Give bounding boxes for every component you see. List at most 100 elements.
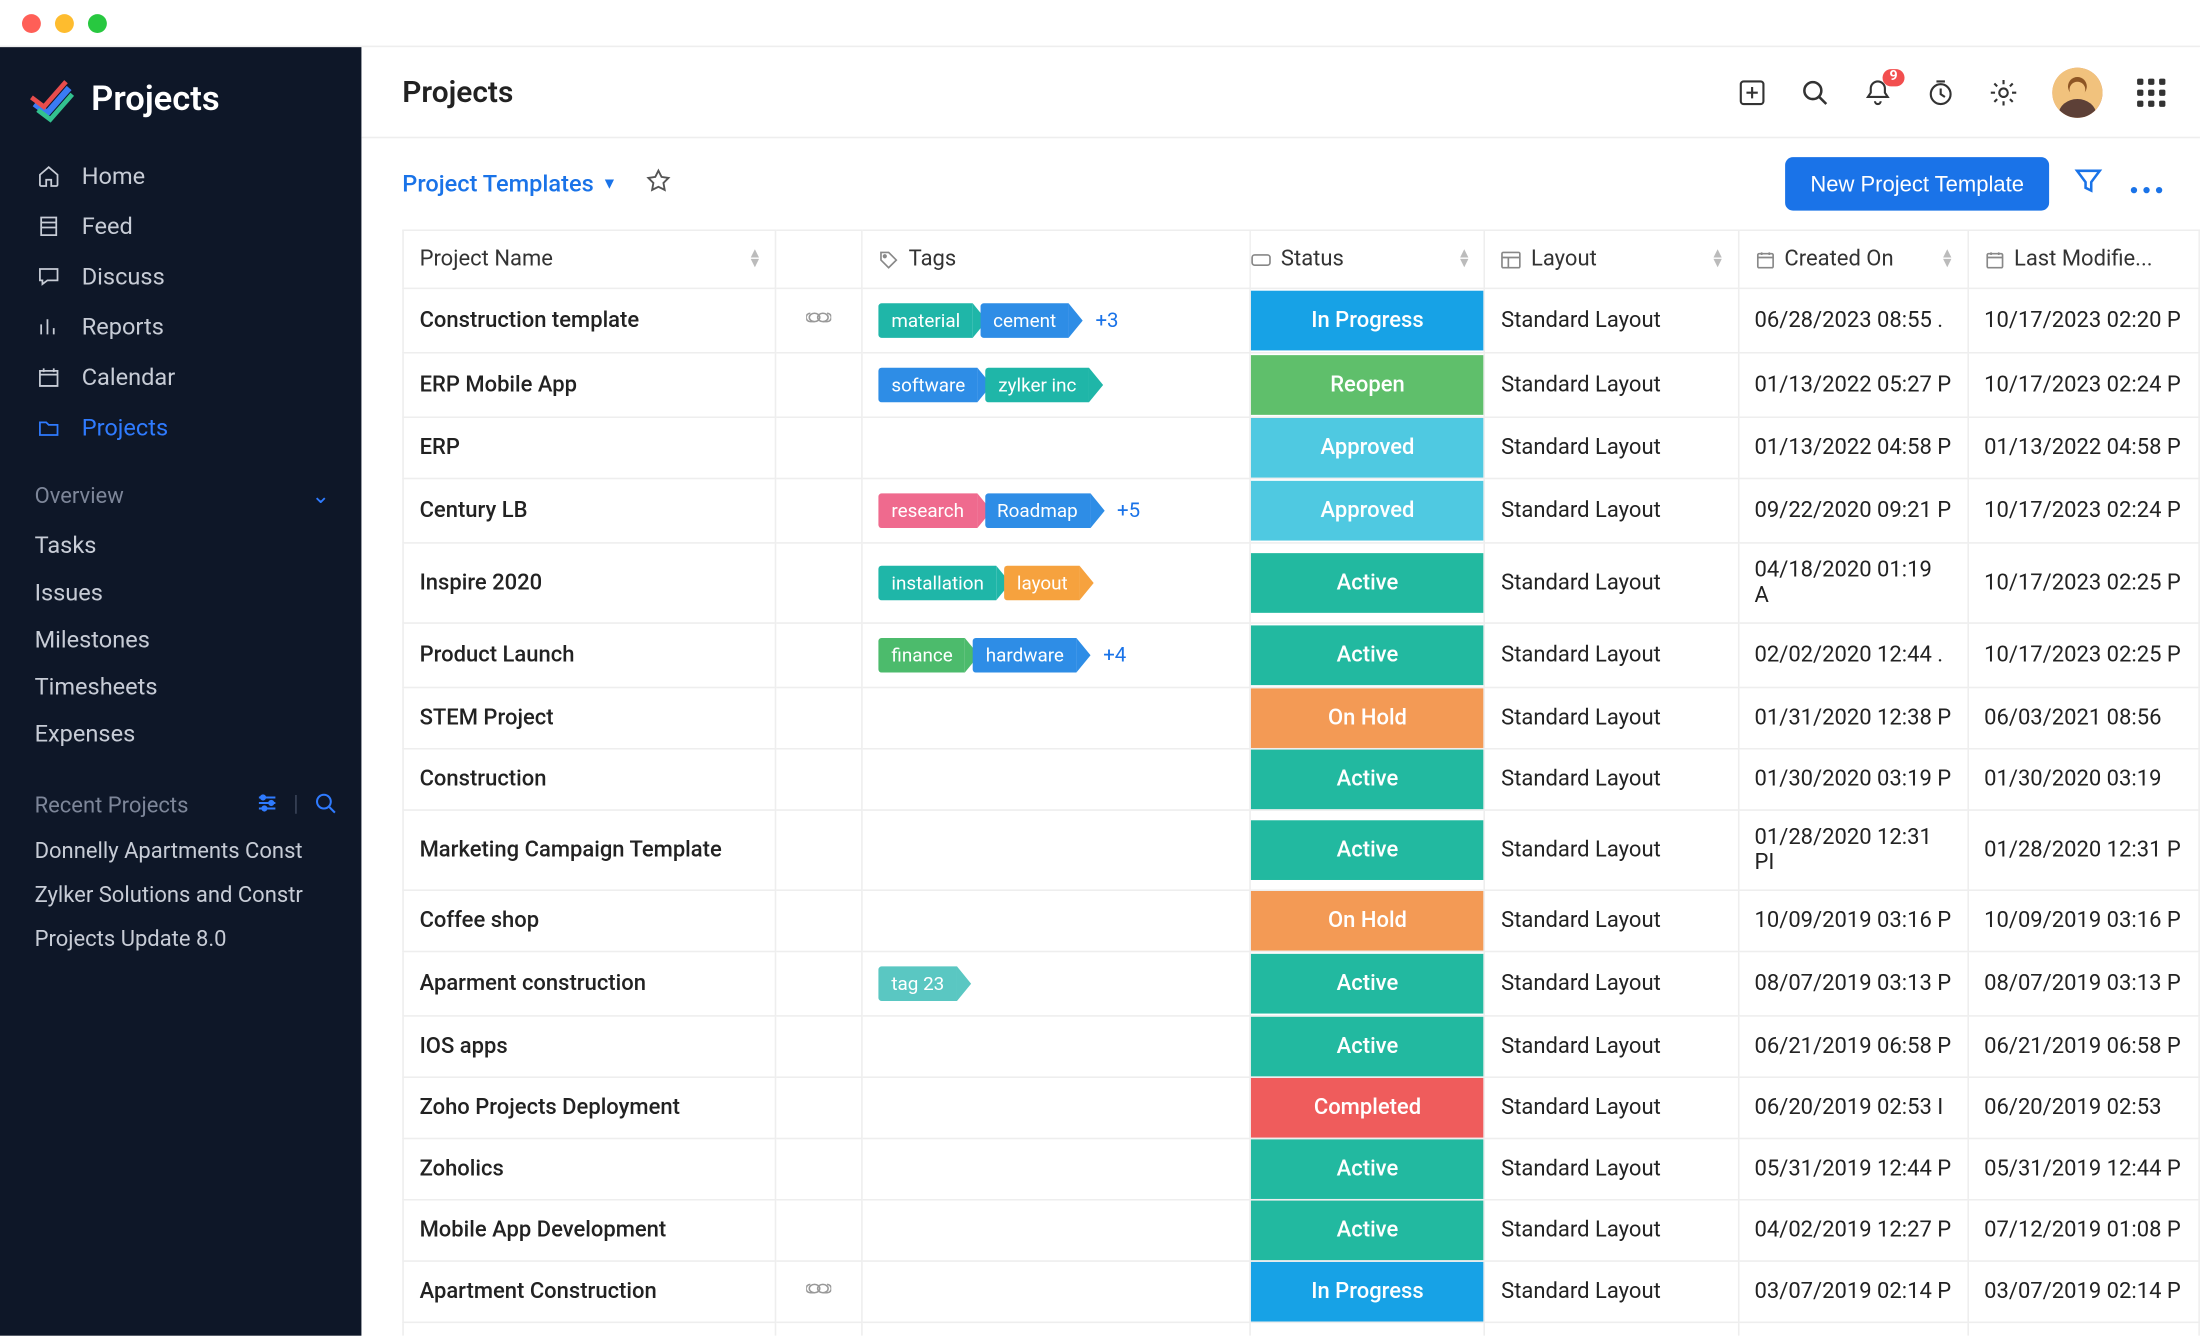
maximize-window-dot[interactable] bbox=[88, 13, 107, 32]
project-templates-dropdown[interactable]: Project Templates ▼ bbox=[402, 170, 617, 198]
col-header-name[interactable]: Project Name▲▼ bbox=[403, 230, 775, 288]
project-name-link[interactable]: ERP Mobile App bbox=[420, 372, 577, 397]
timer-icon[interactable] bbox=[1927, 78, 1955, 106]
settings-sliders-icon[interactable] bbox=[255, 792, 277, 820]
col-header-link[interactable] bbox=[775, 230, 862, 288]
project-name-link[interactable]: Coffee shop bbox=[420, 908, 540, 933]
tag[interactable]: finance bbox=[879, 638, 966, 673]
new-project-template-button[interactable]: New Project Template bbox=[1785, 157, 2049, 210]
project-name-link[interactable]: ERP bbox=[420, 435, 460, 460]
project-name-link[interactable]: Marketing Campaign Template bbox=[420, 838, 722, 863]
page-title: Projects bbox=[402, 74, 513, 110]
status-badge[interactable]: Approved bbox=[1251, 481, 1484, 541]
tag[interactable]: tag 23 bbox=[879, 966, 957, 1001]
tag-more[interactable]: +4 bbox=[1103, 643, 1126, 667]
modified-cell: 05/31/2019 12:44 P bbox=[1968, 1138, 2200, 1199]
overview-section-head[interactable]: Overview ⌄ bbox=[0, 462, 361, 519]
project-name-link[interactable]: IOS apps bbox=[420, 1034, 508, 1059]
tag[interactable]: cement bbox=[981, 303, 1069, 338]
avatar[interactable] bbox=[2052, 67, 2102, 117]
link-icon[interactable] bbox=[806, 1279, 831, 1304]
link-icon[interactable] bbox=[806, 308, 831, 333]
tag[interactable]: Roadmap bbox=[984, 493, 1090, 528]
nav-item-calendar[interactable]: Calendar bbox=[0, 352, 361, 402]
recent-project-item[interactable]: Projects Update 8.0 bbox=[0, 918, 361, 962]
status-badge[interactable]: Active bbox=[1251, 1017, 1484, 1077]
layout-cell: Standard Layout bbox=[1485, 543, 1738, 623]
project-name-link[interactable]: Zoholics bbox=[420, 1157, 504, 1182]
status-badge[interactable]: Completed bbox=[1251, 1078, 1484, 1138]
status-badge[interactable]: Active bbox=[1251, 750, 1484, 810]
tag-more[interactable]: +3 bbox=[1095, 309, 1118, 333]
status-badge[interactable]: Active bbox=[1251, 1201, 1484, 1261]
modified-cell: 06/20/2019 02:53 bbox=[1968, 1077, 2200, 1138]
modified-cell: 10/17/2023 02:25 P bbox=[1968, 543, 2200, 623]
app-name: Projects bbox=[91, 79, 220, 118]
subnav-item-expenses[interactable]: Expenses bbox=[0, 710, 361, 757]
table-row: ConstructionActiveStandard Layout01/30/2… bbox=[403, 749, 2199, 810]
project-name-link[interactable]: Zoho Projects Deployment bbox=[420, 1095, 680, 1120]
status-badge[interactable]: Active bbox=[1251, 625, 1484, 685]
status-badge[interactable]: On Hold bbox=[1251, 688, 1484, 748]
minimize-window-dot[interactable] bbox=[55, 13, 74, 32]
status-badge[interactable]: Reopen bbox=[1251, 355, 1484, 415]
tag[interactable]: software bbox=[879, 368, 978, 403]
recent-project-item[interactable]: Donnelly Apartments Const bbox=[0, 830, 361, 874]
status-badge[interactable]: Active bbox=[1251, 954, 1484, 1014]
nav-item-discuss[interactable]: Discuss bbox=[0, 251, 361, 301]
status-badge[interactable]: Active bbox=[1251, 820, 1484, 880]
status-badge[interactable]: Approved bbox=[1251, 418, 1484, 478]
tag[interactable]: zylker inc bbox=[986, 368, 1089, 403]
col-header-tags[interactable]: Tags bbox=[862, 230, 1250, 288]
nav-item-reports[interactable]: Reports bbox=[0, 302, 361, 352]
tag[interactable]: installation bbox=[879, 566, 997, 601]
project-name-link[interactable]: Apartment Construction bbox=[420, 1279, 657, 1304]
gear-icon[interactable] bbox=[1989, 78, 2017, 106]
status-badge[interactable]: In Progress bbox=[1251, 1262, 1484, 1322]
filter-icon[interactable] bbox=[2074, 167, 2102, 202]
subnav-item-issues[interactable]: Issues bbox=[0, 569, 361, 616]
col-header-status[interactable]: Status▲▼ bbox=[1250, 230, 1484, 288]
subnav-item-milestones[interactable]: Milestones bbox=[0, 616, 361, 663]
status-badge[interactable]: Active bbox=[1251, 1139, 1484, 1199]
nav-item-projects[interactable]: Projects bbox=[0, 402, 361, 452]
created-cell: 06/21/2019 06:58 P bbox=[1738, 1016, 1968, 1077]
subnav-item-timesheets[interactable]: Timesheets bbox=[0, 663, 361, 710]
search-icon[interactable] bbox=[314, 792, 336, 820]
notifications-icon[interactable]: 9 bbox=[1864, 78, 1892, 106]
subnav-item-tasks[interactable]: Tasks bbox=[0, 522, 361, 569]
nav-item-home[interactable]: Home bbox=[0, 151, 361, 201]
nav-item-feed[interactable]: Feed bbox=[0, 201, 361, 251]
topbar: Projects 9 bbox=[361, 47, 2200, 138]
star-icon[interactable] bbox=[645, 168, 670, 199]
project-name-link[interactable]: Century LB bbox=[420, 498, 528, 523]
project-name-link[interactable]: Mobile App Development bbox=[420, 1218, 667, 1243]
project-name-link[interactable]: Inspire 2020 bbox=[420, 570, 543, 595]
project-name-link[interactable]: Aparment construction bbox=[420, 971, 646, 996]
status-badge[interactable]: On Hold bbox=[1251, 891, 1484, 951]
project-name-link[interactable]: Product Launch bbox=[420, 643, 575, 668]
add-icon[interactable] bbox=[1738, 78, 1766, 106]
col-header-modified[interactable]: Last Modifie... bbox=[1968, 230, 2200, 288]
tag[interactable]: layout bbox=[1004, 566, 1080, 601]
col-header-created[interactable]: Created On▲▼ bbox=[1738, 230, 1968, 288]
tag[interactable]: material bbox=[879, 303, 973, 338]
tag[interactable]: hardware bbox=[973, 638, 1076, 673]
project-name-link[interactable]: Construction bbox=[420, 767, 547, 792]
status-badge[interactable]: In Progress bbox=[1251, 291, 1484, 351]
col-header-layout[interactable]: Layout▲▼ bbox=[1485, 230, 1738, 288]
status-badge[interactable]: Active bbox=[1251, 553, 1484, 613]
layout-cell: Standard Layout bbox=[1485, 810, 1738, 890]
search-icon[interactable] bbox=[1801, 78, 1829, 106]
modified-cell: 08/07/2019 03:13 P bbox=[1968, 951, 2200, 1015]
more-icon[interactable] bbox=[2128, 169, 2166, 199]
tag[interactable]: research bbox=[879, 493, 977, 528]
recent-project-item[interactable]: Zylker Solutions and Constr bbox=[0, 874, 361, 918]
project-name-link[interactable]: STEM Project bbox=[420, 706, 554, 731]
tag-more[interactable]: +5 bbox=[1117, 499, 1140, 523]
table-row: Inspire 2020 installationlayout ActiveStan… bbox=[403, 543, 2199, 623]
apps-grid-icon[interactable] bbox=[2137, 78, 2165, 106]
table-row: IOS appsActiveStandard Layout06/21/2019 … bbox=[403, 1016, 2199, 1077]
close-window-dot[interactable] bbox=[22, 13, 41, 32]
project-name-link[interactable]: Construction template bbox=[420, 308, 640, 333]
